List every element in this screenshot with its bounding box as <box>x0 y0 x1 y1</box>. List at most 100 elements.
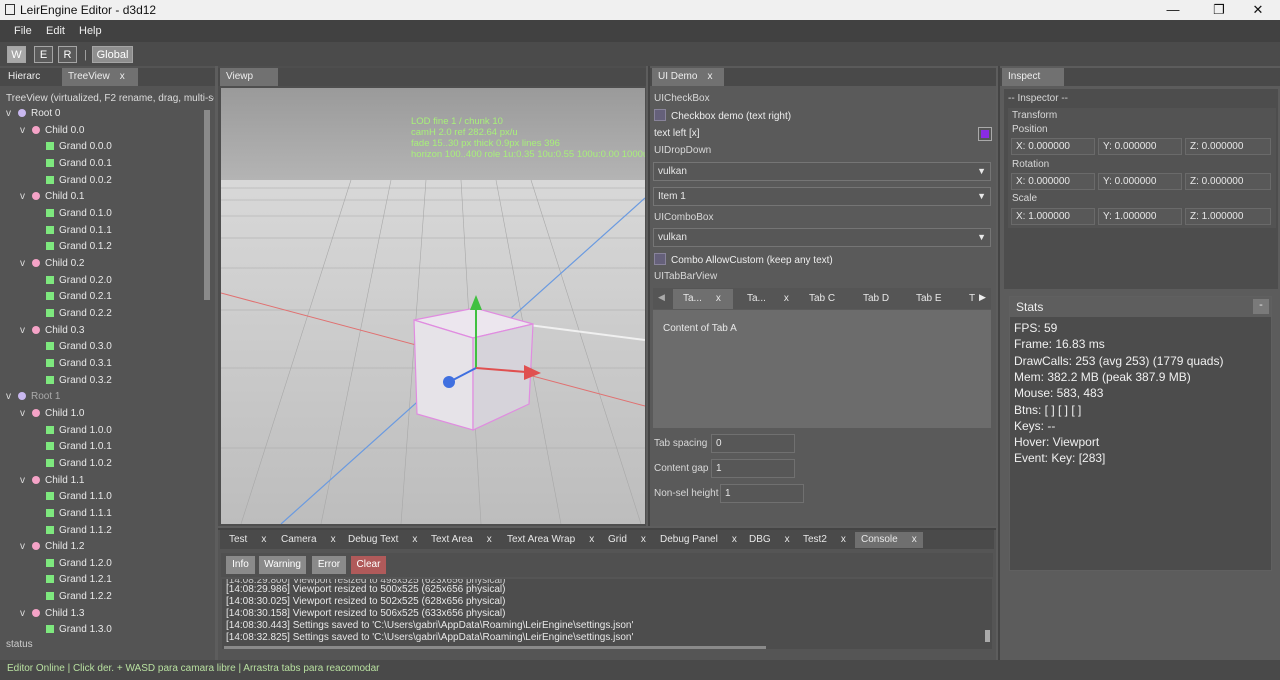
tabbar-scroll-right-icon[interactable]: ▶ <box>979 292 986 303</box>
expand-chevron-icon[interactable]: v <box>20 475 32 486</box>
translate-tool-button[interactable]: W <box>7 46 26 63</box>
position-z-input[interactable]: Z: 0.000000 <box>1185 138 1271 155</box>
bottom-tab-camera[interactable]: Camera x <box>275 532 342 548</box>
dropdown-item[interactable]: Item 1 ▼ <box>653 187 991 206</box>
tabbar-tab-a[interactable]: Ta... x <box>673 289 733 309</box>
expand-chevron-icon[interactable]: v <box>20 541 32 552</box>
tree-node-item[interactable]: v Child 1.2 <box>20 541 84 557</box>
tree-node-item[interactable]: v Child 1.1 <box>20 475 84 491</box>
expand-chevron-icon[interactable]: v <box>20 325 32 336</box>
expand-chevron-icon[interactable]: v <box>6 391 18 402</box>
tab-close-icon[interactable]: x <box>487 534 492 545</box>
rotate-tool-button[interactable]: E <box>34 46 53 63</box>
console-info-button[interactable]: Info <box>226 556 255 574</box>
tab-treeview[interactable]: TreeView x <box>62 68 138 86</box>
expand-chevron-icon[interactable]: v <box>20 258 32 269</box>
tab-spacing-input[interactable]: 0 <box>711 434 795 453</box>
tree-leaf-item[interactable]: Grand 0.1.2 <box>34 241 112 257</box>
tree-leaf-item[interactable]: Grand 1.0.1 <box>34 441 112 457</box>
combo-allow-custom[interactable]: Combo AllowCustom (keep any text) <box>654 253 833 266</box>
checkbox-text-left[interactable] <box>978 127 992 141</box>
maximize-button[interactable]: ❐ <box>1204 2 1234 18</box>
viewport-canvas[interactable]: LOD fine 1 / chunk 10 camH 2.0 ref 282.6… <box>221 88 645 524</box>
rotation-x-input[interactable]: X: 0.000000 <box>1011 173 1095 190</box>
combobox-backend[interactable]: vulkan ▼ <box>653 228 991 247</box>
bottom-tab-test2[interactable]: Test2 x <box>797 532 852 548</box>
tree-node-item[interactable]: v Child 1.3 <box>20 608 84 624</box>
tabbar-tab-d[interactable]: Tab D <box>863 293 889 304</box>
tree-leaf-item[interactable]: Grand 0.2.2 <box>34 308 112 324</box>
stats-collapse-button[interactable]: - <box>1253 299 1269 314</box>
scale-z-input[interactable]: Z: 1.000000 <box>1185 208 1271 225</box>
tree-leaf-item[interactable]: Grand 0.1.1 <box>34 225 112 241</box>
scale-y-input[interactable]: Y: 1.000000 <box>1098 208 1182 225</box>
bottom-tab-debug-text[interactable]: Debug Text x <box>342 532 423 548</box>
tree-leaf-item[interactable]: Grand 1.0.2 <box>34 458 112 474</box>
tabbar-tab-b[interactable]: Ta... x <box>747 293 789 304</box>
expand-chevron-icon[interactable]: v <box>6 108 18 119</box>
menu-edit[interactable]: Edit <box>46 25 65 37</box>
tree-leaf-item[interactable]: Grand 1.2.2 <box>34 591 112 607</box>
minimize-button[interactable]: — <box>1158 2 1188 17</box>
bottom-tab-debug-panel[interactable]: Debug Panel x <box>654 532 743 548</box>
tree-leaf-item[interactable]: Grand 1.1.2 <box>34 525 112 541</box>
tree-view[interactable]: v Root 0 v Child 0.0 Grand 0.0.0 Grand 0.0.1 G… <box>0 108 205 640</box>
console-hscroll-thumb[interactable] <box>224 646 766 649</box>
menu-help[interactable]: Help <box>79 25 102 37</box>
position-y-input[interactable]: Y: 0.000000 <box>1098 138 1182 155</box>
tree-scrollbar-thumb[interactable] <box>204 110 210 300</box>
scale-tool-button[interactable]: R <box>58 46 77 63</box>
content-gap-input[interactable]: 1 <box>711 459 795 478</box>
bottom-tab-text-area-wrap[interactable]: Text Area Wrap x <box>501 532 600 548</box>
scale-x-input[interactable]: X: 1.000000 <box>1011 208 1095 225</box>
tabbar-tab-c[interactable]: Tab C <box>809 293 835 304</box>
tree-node-item[interactable]: v Child 0.1 <box>20 191 84 207</box>
menu-file[interactable]: File <box>14 25 32 37</box>
position-x-input[interactable]: X: 0.000000 <box>1011 138 1095 155</box>
tree-leaf-item[interactable]: Grand 0.2.0 <box>34 275 112 291</box>
expand-chevron-icon[interactable]: v <box>20 125 32 136</box>
tree-leaf-item[interactable]: Grand 1.0.0 <box>34 425 112 441</box>
tree-leaf-item[interactable]: Grand 0.3.1 <box>34 358 112 374</box>
gizmo-z-handle-icon[interactable] <box>443 376 455 388</box>
tree-node-item[interactable]: v Child 0.0 <box>20 125 84 141</box>
rotation-z-input[interactable]: Z: 0.000000 <box>1185 173 1271 190</box>
dropdown-backend[interactable]: vulkan ▼ <box>653 162 991 181</box>
tab-close-icon[interactable]: x <box>785 534 790 545</box>
bottom-tab-console[interactable]: Console x <box>855 532 923 548</box>
tabbar-scroll-left-icon[interactable]: ◀ <box>658 292 665 303</box>
global-space-button[interactable]: Global <box>92 46 133 63</box>
bottom-tab-dbg[interactable]: DBG x <box>743 532 796 548</box>
tab-close-icon[interactable]: x <box>841 534 846 545</box>
tree-node-item[interactable]: v Root 1 <box>6 391 60 407</box>
tab-ui-demo[interactable]: UI Demo x <box>652 68 724 86</box>
tab-close-icon[interactable]: x <box>784 293 789 304</box>
tree-leaf-item[interactable]: Grand 0.0.1 <box>34 158 112 174</box>
bottom-tab-text-area[interactable]: Text Area x <box>425 532 498 548</box>
tree-leaf-item[interactable]: Grand 0.0.2 <box>34 175 112 191</box>
tree-leaf-item[interactable]: Grand 0.0.0 <box>34 141 112 157</box>
bottom-tab-grid[interactable]: Grid x <box>602 532 652 548</box>
bottom-tab-test[interactable]: Test x <box>223 532 272 548</box>
tab-hierarchy[interactable]: Hierarc <box>2 68 46 86</box>
tab-close-icon[interactable]: x <box>412 534 417 545</box>
tab-close-icon[interactable]: x <box>261 534 266 545</box>
tree-leaf-item[interactable]: Grand 0.1.0 <box>34 208 112 224</box>
tree-leaf-item[interactable]: Grand 1.1.1 <box>34 508 112 524</box>
tab-close-icon[interactable]: x <box>331 534 336 545</box>
console-vscroll-thumb[interactable] <box>985 630 990 642</box>
console-clear-button[interactable]: Clear <box>351 556 386 574</box>
console-warning-button[interactable]: Warning <box>259 556 306 574</box>
tab-viewport[interactable]: Viewp <box>220 68 278 86</box>
tree-leaf-item[interactable]: Grand 1.1.0 <box>34 491 112 507</box>
tree-leaf-item[interactable]: Grand 1.2.1 <box>34 574 112 590</box>
tab-inspector[interactable]: Inspect <box>1002 68 1064 86</box>
tab-close-icon[interactable]: x <box>716 293 721 304</box>
expand-chevron-icon[interactable]: v <box>20 408 32 419</box>
tab-close-icon[interactable]: x <box>120 71 125 82</box>
close-window-button[interactable]: ✕ <box>1243 2 1273 18</box>
tree-leaf-item[interactable]: Grand 1.3.0 <box>34 624 112 640</box>
tab-close-icon[interactable]: x <box>589 534 594 545</box>
tree-leaf-item[interactable]: Grand 1.2.0 <box>34 558 112 574</box>
tree-leaf-item[interactable]: Grand 0.3.0 <box>34 341 112 357</box>
